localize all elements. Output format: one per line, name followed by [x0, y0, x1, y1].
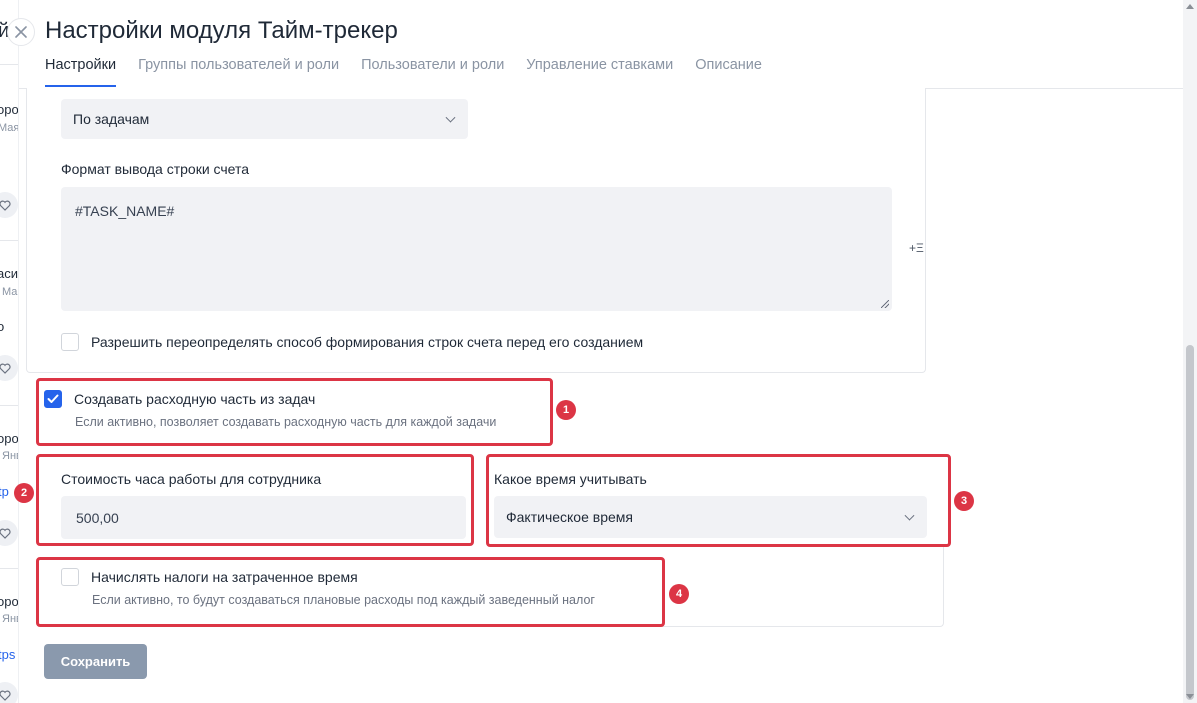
bg-item-link[interactable]: tp [0, 484, 9, 499]
annotation-badge-2: 2 [14, 483, 34, 503]
divider [0, 240, 20, 241]
annotation-box-2 [36, 454, 474, 546]
insert-macro-icon[interactable]: +Ξ [909, 241, 924, 255]
like-icon[interactable] [0, 192, 18, 218]
tab-description[interactable]: Описание [695, 57, 762, 87]
annotation-badge-4: 4 [669, 584, 689, 604]
allow-override-label: Разрешить переопределять способ формиров… [91, 334, 644, 350]
bg-item-title: оро [0, 431, 19, 446]
bg-item-title: асил [0, 266, 20, 281]
chevron-down-icon [445, 112, 456, 123]
tab-rates[interactable]: Управление ставками [526, 57, 673, 87]
page: й оро Мая асил Ма о оро Янв tp оро Янв t… [0, 0, 1197, 703]
scroll-up-icon[interactable] [1186, 4, 1194, 9]
bg-item-link[interactable]: tps [0, 647, 15, 662]
close-button[interactable] [7, 18, 35, 46]
close-icon [15, 26, 27, 38]
tabs: Настройки Группы пользователей и роли По… [45, 57, 762, 87]
divider [0, 405, 20, 406]
scrollbar[interactable] [1183, 0, 1197, 703]
annotation-box-4 [36, 557, 665, 627]
annotation-box-1 [36, 378, 553, 446]
annotation-badge-3: 3 [954, 491, 974, 511]
like-icon[interactable] [0, 355, 18, 381]
tab-settings[interactable]: Настройки [45, 57, 117, 87]
grouping-select-value: По задачам [73, 111, 150, 127]
like-icon[interactable] [0, 682, 18, 703]
tab-user-groups[interactable]: Группы пользователей и роли [138, 57, 339, 87]
like-icon[interactable] [0, 520, 18, 546]
save-button[interactable]: Сохранить [44, 644, 147, 679]
divider [0, 568, 20, 569]
invoice-format-label: Формат вывода строки счета [61, 161, 250, 177]
invoice-format-value: #TASK_NAME# [75, 203, 175, 219]
divider [0, 64, 20, 65]
scrollbar-thumb[interactable] [1186, 345, 1194, 700]
page-title: Настройки модуля Тайм-трекер [45, 17, 398, 44]
tab-users-roles[interactable]: Пользователи и роли [361, 57, 504, 87]
bg-item-date: Ма [2, 286, 18, 298]
annotation-badge-1: 1 [556, 400, 576, 420]
grouping-select[interactable]: По задачам [61, 99, 468, 139]
bg-stray-text: о [0, 319, 5, 334]
bg-item-date: Мая [0, 122, 20, 134]
invoice-format-textarea[interactable]: #TASK_NAME# [61, 187, 892, 311]
allow-override-checkbox[interactable] [61, 333, 79, 351]
resize-handle-icon[interactable] [881, 300, 889, 308]
annotation-box-3 [486, 454, 951, 547]
scroll-down-icon[interactable] [1186, 694, 1194, 699]
background-page: й оро Мая асил Ма о оро Янв tp оро Янв t… [0, 0, 20, 703]
bg-item-title: оро [0, 102, 19, 117]
bg-item-title: оро [0, 594, 19, 609]
